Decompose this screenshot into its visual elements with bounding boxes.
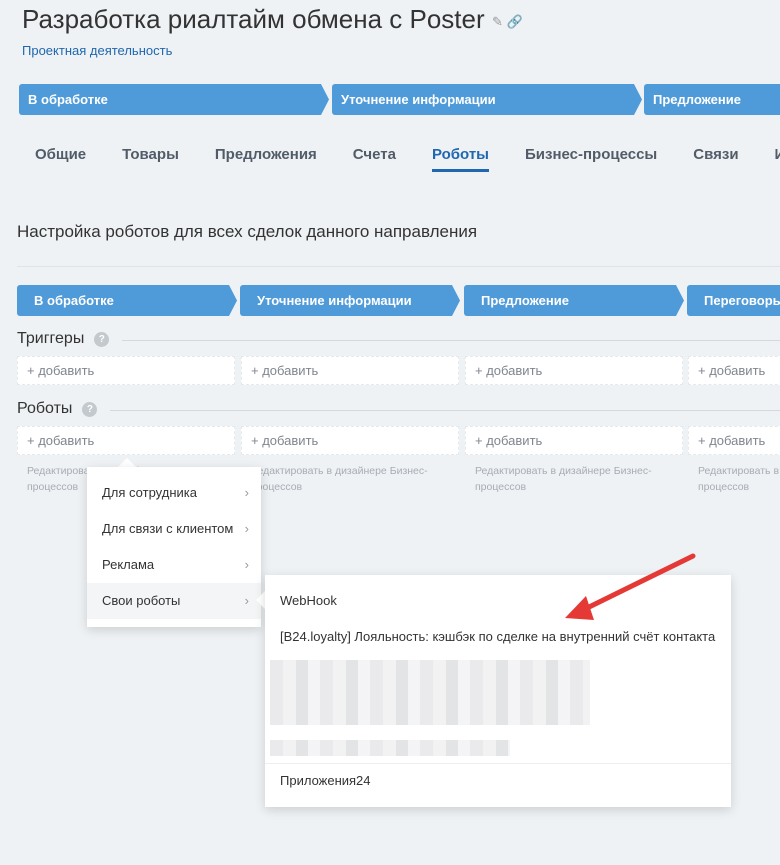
arrow-head xyxy=(565,596,594,620)
arrow-shaft xyxy=(582,553,696,612)
annotation-arrow xyxy=(565,553,696,620)
